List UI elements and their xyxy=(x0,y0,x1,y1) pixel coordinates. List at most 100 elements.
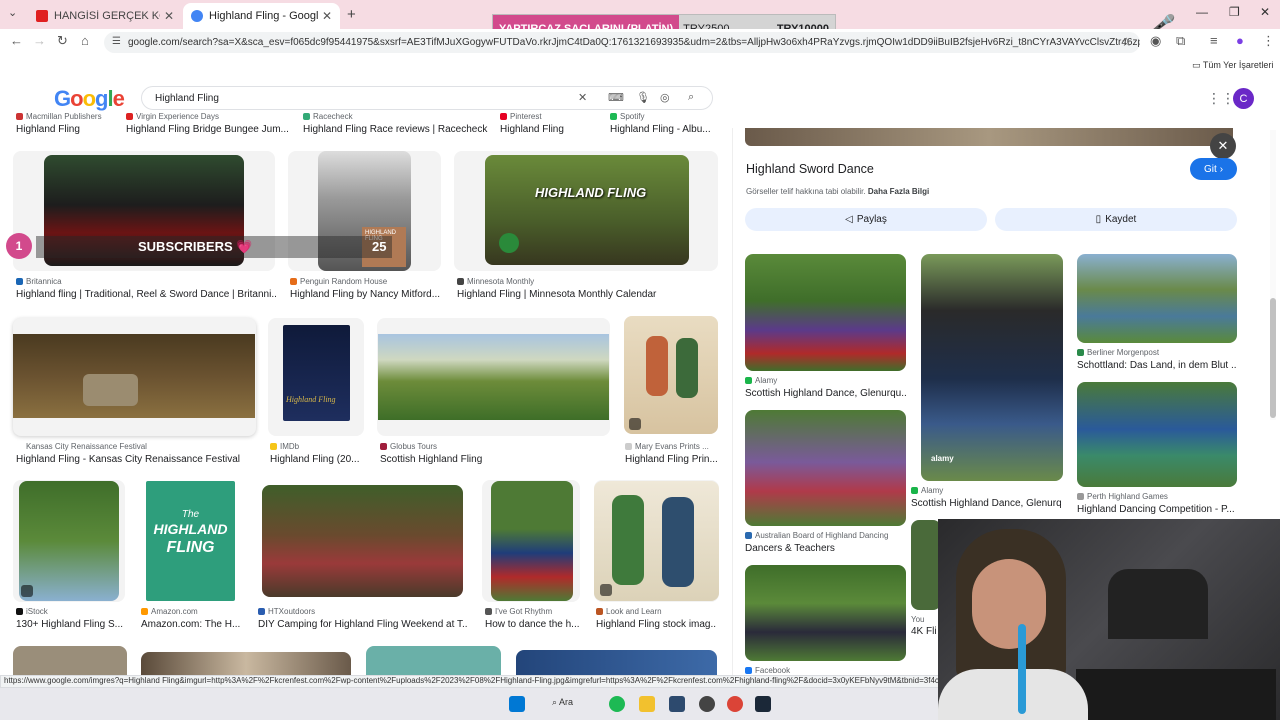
app-icon[interactable] xyxy=(669,696,685,712)
result-image-istock[interactable] xyxy=(19,481,119,601)
result-caption[interactable]: Highland Fling xyxy=(500,124,600,135)
more-info-link[interactable]: Daha Fazla Bilgi xyxy=(868,187,929,196)
tab-konsomatris[interactable]: HANGİSİ GERÇEK KONSOMATR ✕ xyxy=(28,3,182,29)
overlay-count: 25 xyxy=(372,239,387,254)
result-image[interactable] xyxy=(13,646,127,676)
related-caption[interactable]: Scottish Highland Dance, Glenurqu... xyxy=(745,388,906,399)
result-image-lookandlearn[interactable] xyxy=(594,481,719,601)
search-input[interactable]: Highland Fling ✕ ⌨ 🎙 ◎ ⌕ xyxy=(141,86,713,110)
tab-highland-fling[interactable]: Highland Fling - Google'da Ara ✕ xyxy=(183,3,340,29)
chrome-icon[interactable] xyxy=(727,696,743,712)
result-caption[interactable]: Highland Fling Bridge Bungee Jum... xyxy=(126,124,288,135)
close-window-icon[interactable]: ✕ xyxy=(1260,5,1270,19)
taskbar-search[interactable]: ⌕ Ara xyxy=(552,697,573,708)
result-source: Racecheck xyxy=(303,112,493,121)
result-caption[interactable]: How to dance the h... xyxy=(485,619,585,630)
related-caption[interactable]: Scottish Highland Dance, Glenurq... xyxy=(911,498,1061,509)
result-image[interactable] xyxy=(141,652,351,676)
related-caption[interactable]: Highland Dancing Competition - P... xyxy=(1077,504,1237,515)
clear-icon[interactable]: ✕ xyxy=(578,91,587,104)
result-caption[interactable]: Highland Fling (20... xyxy=(270,454,360,465)
related-caption[interactable]: Schottland: Das Land, in dem Blut ... xyxy=(1077,360,1237,371)
result-caption[interactable]: Highland Fling stock imag... xyxy=(596,619,716,630)
share-button[interactable]: ◁ Paylaş xyxy=(745,208,987,231)
share-label: Paylaş xyxy=(856,214,887,225)
minimize-icon[interactable]: — xyxy=(1196,5,1208,19)
result-image-print[interactable] xyxy=(624,316,718,434)
new-tab-button[interactable]: + xyxy=(347,6,356,23)
related-caption[interactable]: 4K Fli xyxy=(911,626,941,637)
lens-icon[interactable]: ◎ xyxy=(660,91,670,104)
result-caption[interactable]: Amazon.com: The H... xyxy=(141,619,241,630)
panel-title[interactable]: Highland Sword Dance xyxy=(746,162,874,176)
related-image[interactable] xyxy=(911,520,941,610)
bookmark-star-icon[interactable]: ☆ xyxy=(1121,35,1132,49)
search-icon[interactable]: ⌕ xyxy=(688,91,694,104)
result-caption[interactable]: Highland Fling Race reviews | Racecheck xyxy=(303,124,493,135)
microphone-icon[interactable]: 🎙 xyxy=(636,91,650,104)
related-caption[interactable]: Dancers & Teachers xyxy=(745,543,906,554)
result-image[interactable] xyxy=(366,646,501,676)
result-image[interactable] xyxy=(516,650,717,676)
result-image-amazon[interactable]: The HIGHLAND FLING xyxy=(146,481,235,601)
url-text: google.com/search?sa=X&sca_esv=f065dc9f9… xyxy=(128,37,1140,48)
result-image-castle[interactable] xyxy=(378,334,609,420)
result-image-htx[interactable] xyxy=(262,485,463,597)
related-image[interactable] xyxy=(745,410,906,526)
result-caption[interactable]: 130+ Highland Fling S... xyxy=(16,619,126,630)
result-source: HTXoutdoors xyxy=(258,607,468,616)
maximize-icon[interactable]: ❐ xyxy=(1229,5,1240,19)
obs-icon[interactable] xyxy=(699,696,715,712)
result-caption[interactable]: Highland Fling xyxy=(16,124,124,135)
result-image-rhythm[interactable] xyxy=(491,481,573,601)
start-icon[interactable] xyxy=(509,696,525,712)
result-source: Look and Learn xyxy=(596,607,720,616)
all-bookmarks[interactable]: ▭ Tüm Yer İşaretleri xyxy=(1192,60,1273,71)
preview-image[interactable] xyxy=(745,128,1233,146)
avatar[interactable]: C xyxy=(1233,88,1254,109)
result-image-kansas[interactable] xyxy=(13,334,255,418)
related-image[interactable] xyxy=(745,565,906,661)
google-icon xyxy=(191,10,203,22)
result-image-imdb[interactable]: Highland Fling xyxy=(283,325,350,421)
result-caption[interactable]: Highland Fling by Nancy Mitford... xyxy=(290,289,450,300)
related-image-piper[interactable]: alamy xyxy=(921,254,1063,481)
visit-label: Git xyxy=(1203,163,1217,175)
result-caption[interactable]: Highland Fling - Albu... xyxy=(610,124,714,135)
forward-icon[interactable]: → xyxy=(33,33,46,48)
address-bar[interactable]: ☰ google.com/search?sa=X&sca_esv=f065dc9… xyxy=(104,32,1140,53)
home-icon[interactable]: ⌂ xyxy=(81,33,89,48)
spotify-icon[interactable] xyxy=(609,696,625,712)
reload-icon[interactable]: ↻ xyxy=(57,33,68,49)
file-explorer-icon[interactable] xyxy=(639,696,655,712)
close-tab-icon[interactable]: ✕ xyxy=(164,9,174,23)
save-button[interactable]: ▯ Kaydet xyxy=(995,208,1237,231)
back-icon[interactable]: ← xyxy=(10,33,23,48)
related-image[interactable] xyxy=(745,254,906,371)
related-image[interactable] xyxy=(1077,382,1237,487)
profile-icon[interactable]: ● xyxy=(1236,33,1244,48)
menu-icon[interactable]: ⋮ xyxy=(1262,33,1275,49)
scrollbar-thumb[interactable] xyxy=(1270,298,1276,418)
media-control-icon[interactable]: ≡ xyxy=(1210,33,1218,48)
tab-list-icon[interactable]: ⌄ xyxy=(8,6,17,19)
site-info-icon[interactable]: ☰ xyxy=(112,36,121,47)
close-panel-button[interactable]: ✕ xyxy=(1210,133,1236,159)
visit-button[interactable]: Git › xyxy=(1190,158,1237,180)
amazon-cover-text: The xyxy=(181,509,200,520)
result-caption[interactable]: Highland Fling Prin... xyxy=(625,454,717,465)
close-tab-icon[interactable]: ✕ xyxy=(322,9,332,23)
steam-icon[interactable] xyxy=(755,696,771,712)
result-caption[interactable]: Highland fling | Traditional, Reel & Swo… xyxy=(16,289,276,300)
result-caption[interactable]: Highland Fling - Kansas City Renaissance… xyxy=(16,454,256,465)
result-image-minnesota[interactable]: HIGHLAND FLING xyxy=(485,155,689,265)
google-logo[interactable]: Google xyxy=(54,86,125,112)
result-caption[interactable]: DIY Camping for Highland Fling Weekend a… xyxy=(258,619,468,630)
related-image[interactable] xyxy=(1077,254,1237,343)
related-source: Alamy xyxy=(911,486,1061,495)
result-caption[interactable]: Scottish Highland Fling xyxy=(380,454,610,465)
extensions-puzzle-icon[interactable]: ⧉ xyxy=(1176,33,1185,49)
keyboard-icon[interactable]: ⌨ xyxy=(608,91,624,104)
result-caption[interactable]: Highland Fling | Minnesota Monthly Calen… xyxy=(457,289,717,300)
extension-icon[interactable]: ◉ xyxy=(1150,33,1161,49)
